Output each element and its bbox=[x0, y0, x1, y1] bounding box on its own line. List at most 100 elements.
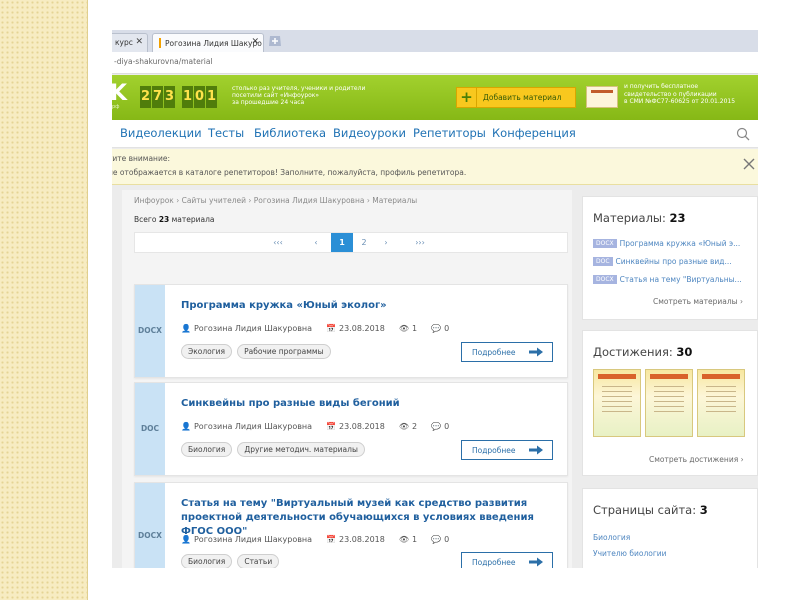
sidebar-materials-panel: Материалы: 23 DOCX Программа кружка «Юны… bbox=[582, 196, 758, 320]
view-achievements-link[interactable]: Смотреть достижения › bbox=[649, 455, 744, 464]
breadcrumb[interactable]: Инфоурок › Сайты учителей › Рогозина Лид… bbox=[134, 196, 417, 205]
material-views: 1 bbox=[412, 535, 418, 544]
tag[interactable]: Экология bbox=[181, 344, 233, 359]
counter-digit: 2 bbox=[140, 86, 151, 108]
tag[interactable]: Рабочие программы bbox=[237, 344, 331, 359]
details-button[interactable]: Подробнее bbox=[461, 552, 553, 568]
arrow-right-icon bbox=[529, 347, 543, 357]
tab-label: Рогозина Лидия Шакуро bbox=[165, 39, 262, 48]
nav-item-library[interactable]: Библиотека bbox=[254, 126, 326, 140]
site-page-link[interactable]: Учителю биологии bbox=[593, 549, 667, 558]
nav-item-tests[interactable]: Тесты bbox=[208, 126, 244, 140]
tag[interactable]: Другие методич. материалы bbox=[237, 442, 365, 457]
details-button[interactable]: Подробнее bbox=[461, 440, 553, 460]
eye-icon: 👁 bbox=[398, 422, 409, 431]
sidebar-materials-title: Материалы: 23 bbox=[593, 211, 686, 225]
details-label: Подробнее bbox=[472, 445, 516, 455]
close-icon[interactable]: ✕ bbox=[251, 37, 259, 47]
pager-page-1[interactable]: 1 bbox=[331, 233, 353, 252]
user-icon: 👤 bbox=[181, 324, 191, 333]
material-author[interactable]: Рогозина Лидия Шакуровна bbox=[194, 535, 312, 544]
certificate-thumbnail[interactable] bbox=[697, 369, 745, 437]
counter-caption-line: столько раз учителя, ученики и родители bbox=[232, 85, 366, 92]
pager-prev[interactable]: ‹ bbox=[305, 233, 327, 252]
certificate-caption-line: в СМИ №ФС77-60625 от 20.01.2015 bbox=[624, 98, 736, 105]
certificate-caption-line: и получить бесплатное bbox=[624, 83, 699, 90]
material-title[interactable]: Статья на тему "Виртуальный музей как ср… bbox=[181, 497, 561, 539]
tag[interactable]: Биология bbox=[181, 554, 233, 568]
file-type-badge: DOCX bbox=[593, 239, 617, 248]
counter-digit: 3 bbox=[164, 86, 175, 108]
plus-icon bbox=[269, 36, 281, 46]
pagination: ‹‹‹ ‹ 1 2 › ››› bbox=[134, 232, 568, 253]
file-type-badge: DOCX bbox=[135, 483, 165, 568]
tab-label: курс bbox=[115, 38, 133, 47]
material-card: DOCX Статья на тему "Виртуальный музей к… bbox=[134, 482, 568, 568]
view-materials-link[interactable]: Смотреть материалы › bbox=[653, 297, 743, 306]
material-meta: 👤 Рогозина Лидия Шакуровна 📅 23.08.2018 👁 2… bbox=[181, 422, 449, 431]
sidebar-pages-panel: Страницы сайта: 3 Биология Учителю биоло… bbox=[582, 488, 758, 568]
material-views: 1 bbox=[412, 324, 418, 333]
browser-tab-previous[interactable]: курс ✕ bbox=[112, 33, 148, 52]
search-icon[interactable] bbox=[736, 127, 750, 141]
material-title[interactable]: Синквейны про разные виды бегоний bbox=[181, 397, 561, 411]
nav-item-videolessons[interactable]: Видеоуроки bbox=[333, 126, 406, 140]
close-icon[interactable] bbox=[742, 157, 756, 171]
counter-digit: 1 bbox=[206, 86, 217, 108]
site-logo[interactable]: K bbox=[112, 81, 127, 106]
material-date: 23.08.2018 bbox=[339, 324, 385, 333]
material-meta: 👤 Рогозина Лидия Шакуровна 📅 23.08.2018 👁 1… bbox=[181, 535, 449, 544]
sidebar-achievements-title: Достижения: 30 bbox=[593, 345, 692, 359]
eye-icon: 👁 bbox=[398, 535, 409, 544]
material-tags: Биология Статьи bbox=[181, 554, 284, 568]
materials-total: Всего 23 материала bbox=[134, 215, 215, 224]
nav-item-conference[interactable]: Конференция bbox=[492, 126, 576, 140]
file-type-badge: DOC bbox=[135, 383, 165, 475]
total-count: 23 bbox=[158, 215, 170, 224]
notice-text: не отображается в каталоге репетиторов! … bbox=[112, 168, 467, 177]
sidebar-pages-label: Страницы сайта: bbox=[593, 503, 697, 517]
comment-icon: 💬 bbox=[431, 422, 442, 431]
eye-icon: 👁 bbox=[398, 324, 409, 333]
user-icon: 👤 bbox=[181, 422, 191, 431]
counter-gap bbox=[176, 86, 181, 108]
material-author[interactable]: Рогозина Лидия Шакуровна bbox=[194, 422, 312, 431]
browser-tab-active[interactable]: Рогозина Лидия Шакуро ✕ bbox=[152, 33, 264, 52]
add-material-button[interactable]: + Добавить материал bbox=[456, 87, 576, 108]
site-page-link[interactable]: Биология bbox=[593, 533, 630, 542]
file-type-badge: DOC bbox=[593, 257, 613, 266]
tag[interactable]: Статьи bbox=[237, 554, 280, 568]
visit-counter: 2 7 3 1 0 1 bbox=[140, 86, 218, 108]
certificate-thumbnail[interactable] bbox=[645, 369, 693, 437]
nav-item-videolectures[interactable]: Видеолекции bbox=[120, 126, 202, 140]
browser-screenshot: курс ✕ Рогозина Лидия Шакуро ✕ -diya-sha… bbox=[112, 30, 758, 568]
close-icon[interactable]: ✕ bbox=[135, 37, 143, 47]
material-author[interactable]: Рогозина Лидия Шакуровна bbox=[194, 324, 312, 333]
site-logo-subtext: pф bbox=[112, 104, 120, 110]
counter-digit: 1 bbox=[182, 86, 193, 108]
decorative-left-strip bbox=[0, 0, 88, 600]
sidebar-material-item[interactable]: DOCX Статья на тему "Виртуальны... bbox=[593, 275, 753, 284]
nav-item-tutors[interactable]: Репетиторы bbox=[413, 126, 486, 140]
file-type-badge: DOCX bbox=[593, 275, 617, 284]
pager-next[interactable]: › bbox=[375, 233, 397, 252]
file-type-badge: DOCX bbox=[135, 285, 165, 377]
tag[interactable]: Биология bbox=[181, 442, 233, 457]
material-date: 23.08.2018 bbox=[339, 422, 385, 431]
material-comments: 0 bbox=[444, 535, 450, 544]
pager-page-2[interactable]: 2 bbox=[353, 233, 375, 252]
sidebar-material-item[interactable]: DOC Синквейны про разные вид... bbox=[593, 257, 753, 266]
materials-list: Инфоурок › Сайты учителей › Рогозина Лид… bbox=[122, 190, 572, 568]
material-title[interactable]: Программа кружка «Юный эколог» bbox=[181, 299, 561, 313]
pager-first[interactable]: ‹‹‹ bbox=[267, 233, 289, 252]
pager-last[interactable]: ››› bbox=[409, 233, 431, 252]
details-button[interactable]: Подробнее bbox=[461, 342, 553, 362]
counter-caption-line: посетили сайт «Инфоурок» bbox=[232, 92, 320, 100]
sidebar-material-item[interactable]: DOCX Программа кружка «Юный э... bbox=[593, 239, 753, 248]
new-tab-button[interactable] bbox=[268, 35, 282, 47]
address-bar[interactable]: -diya-shakurovna/material bbox=[112, 52, 758, 74]
certificate-thumbnail[interactable] bbox=[593, 369, 641, 437]
material-views: 2 bbox=[412, 422, 418, 431]
material-tags: Биология Другие методич. материалы bbox=[181, 442, 370, 457]
arrow-right-icon bbox=[529, 445, 543, 455]
